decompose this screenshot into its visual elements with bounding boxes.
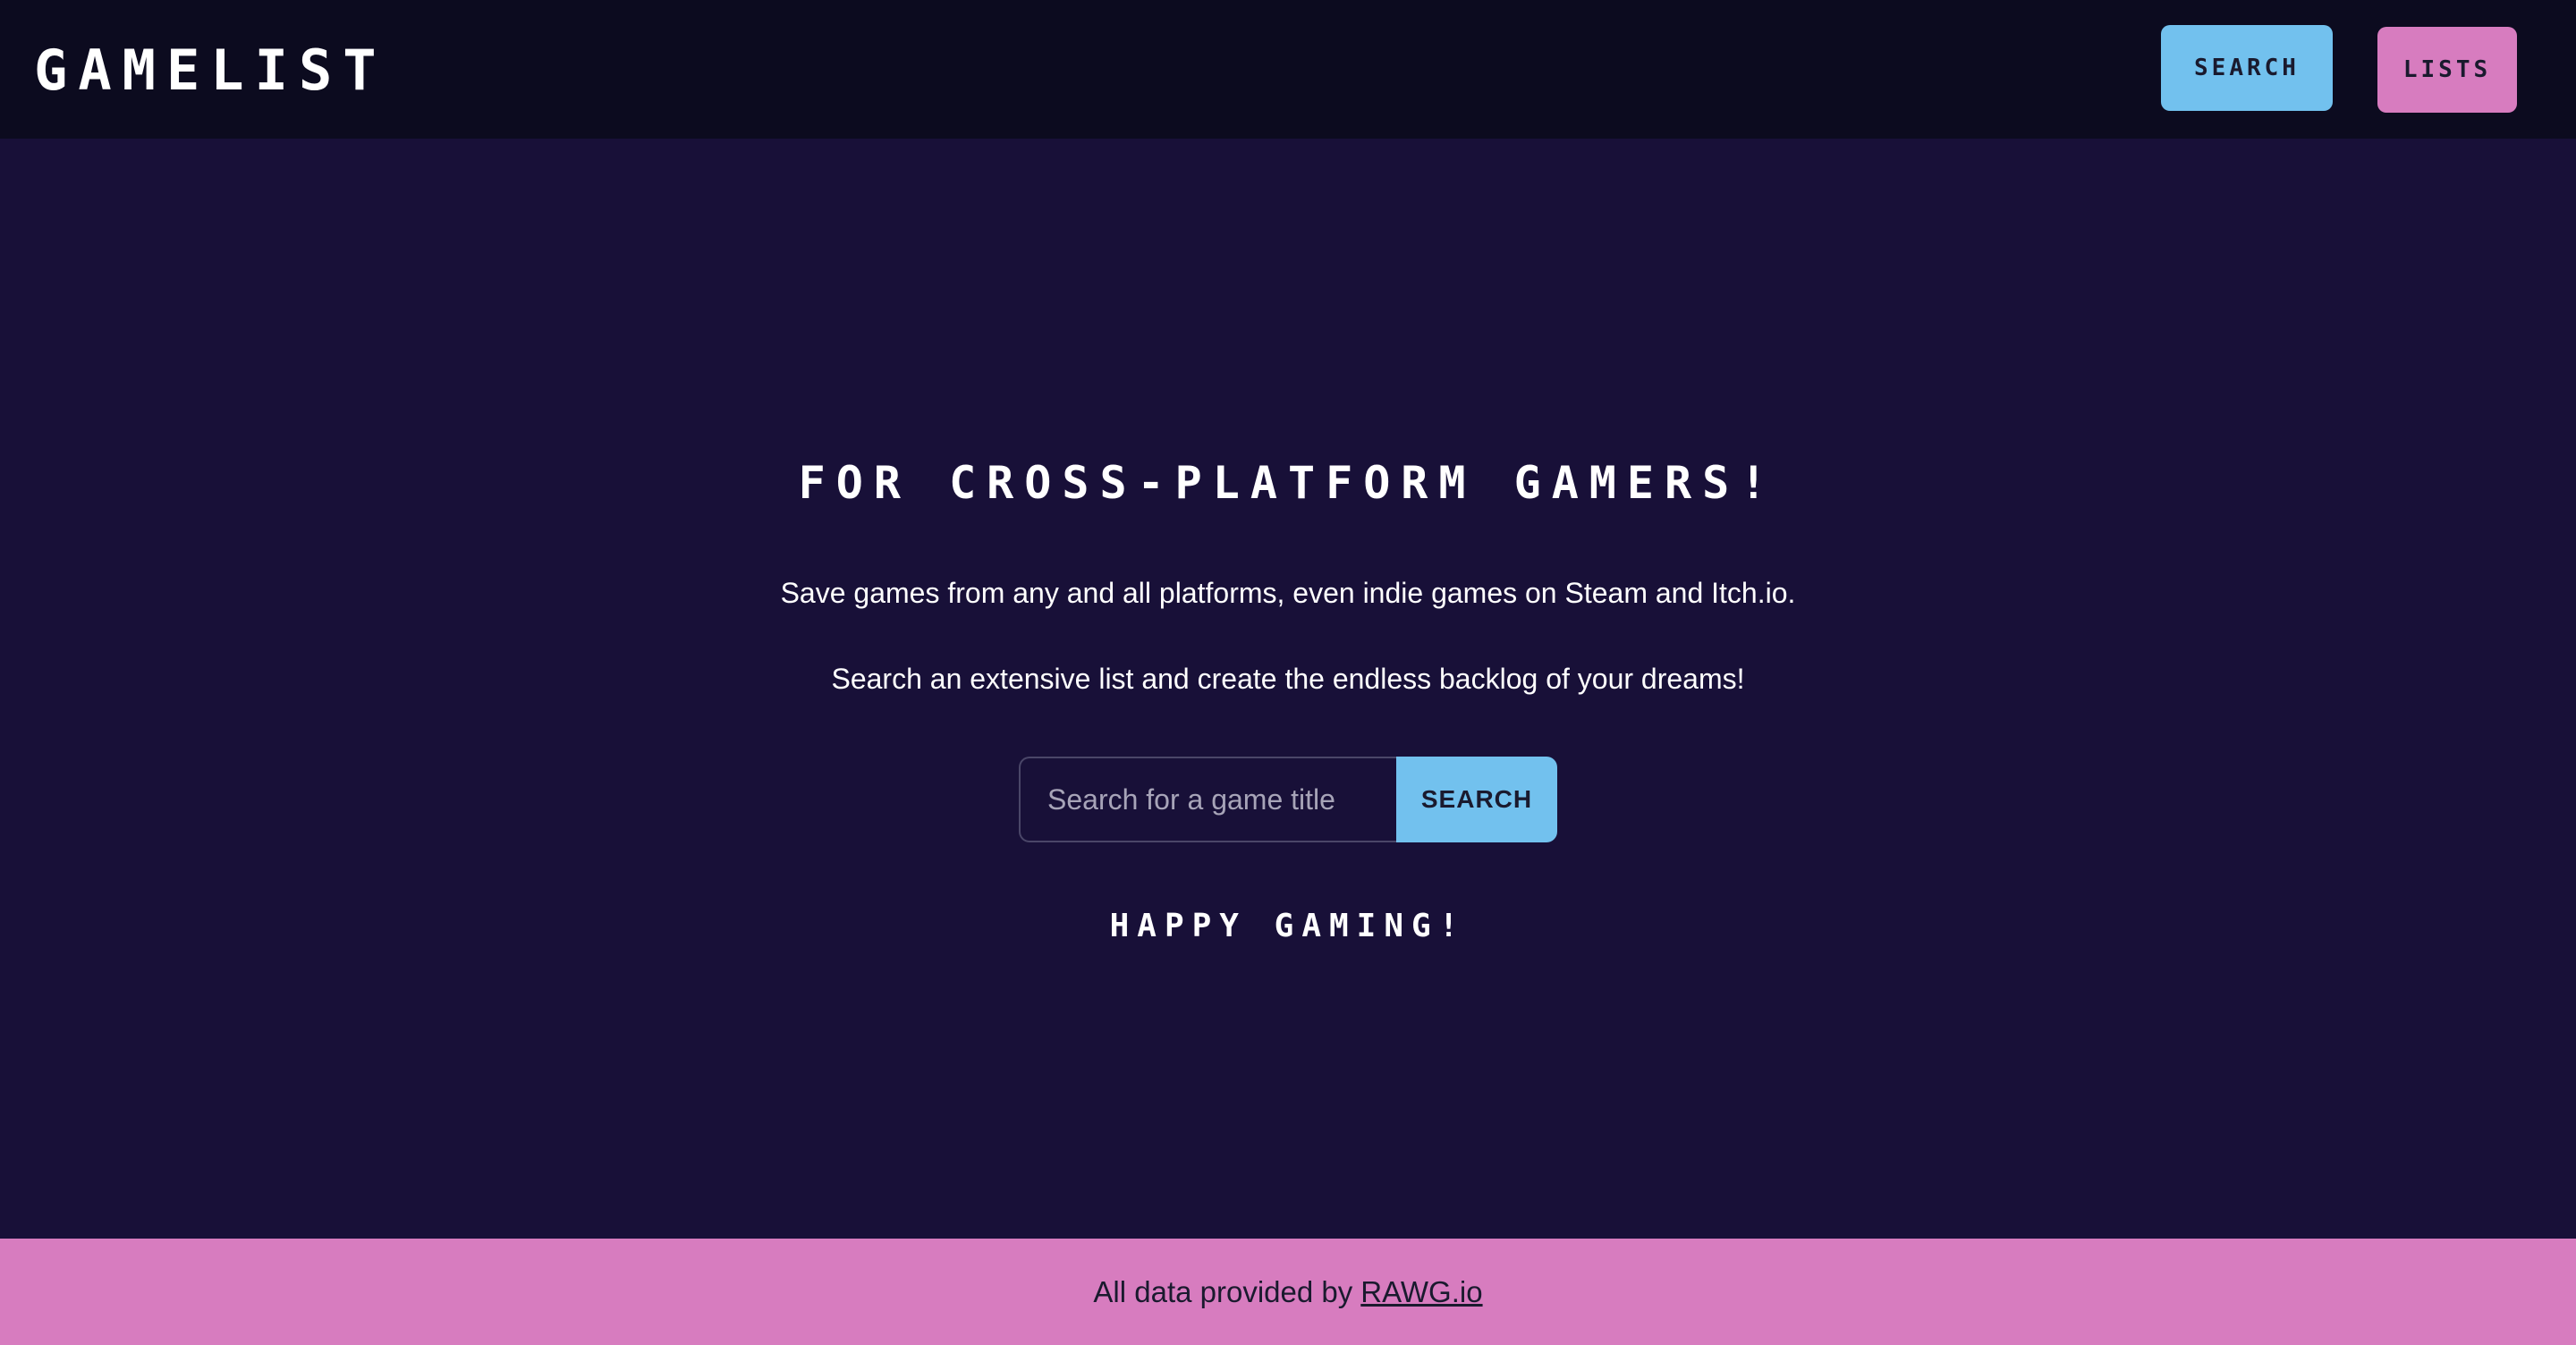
hero-description-1: Save games from any and all platforms, e… — [780, 577, 1796, 609]
hero-title: FOR CROSS-PLATFORM GAMERS! — [798, 457, 1778, 509]
nav-search-button[interactable]: SEARCH — [2161, 25, 2333, 111]
rawg-link[interactable]: RAWG.io — [1360, 1275, 1482, 1309]
game-search-form: SEARCH — [1019, 757, 1557, 842]
game-search-submit-button[interactable]: SEARCH — [1396, 757, 1557, 842]
footer-credit-text: All data provided by — [1093, 1274, 1353, 1308]
site-logo[interactable]: GAMELIST — [34, 43, 387, 98]
footer: All data provided by RAWG.io — [0, 1239, 2576, 1345]
game-search-input[interactable] — [1019, 757, 1396, 842]
nav-lists-button[interactable]: LISTS — [2377, 27, 2517, 113]
hero-description-2: Search an extensive list and create the … — [831, 663, 1745, 695]
top-navbar: GAMELIST SEARCH LISTS — [0, 0, 2576, 139]
page: GAMELIST SEARCH LISTS FOR CROSS-PLATFORM… — [0, 0, 2576, 1345]
happy-gaming-tagline: HAPPY GAMING! — [1109, 908, 1467, 944]
